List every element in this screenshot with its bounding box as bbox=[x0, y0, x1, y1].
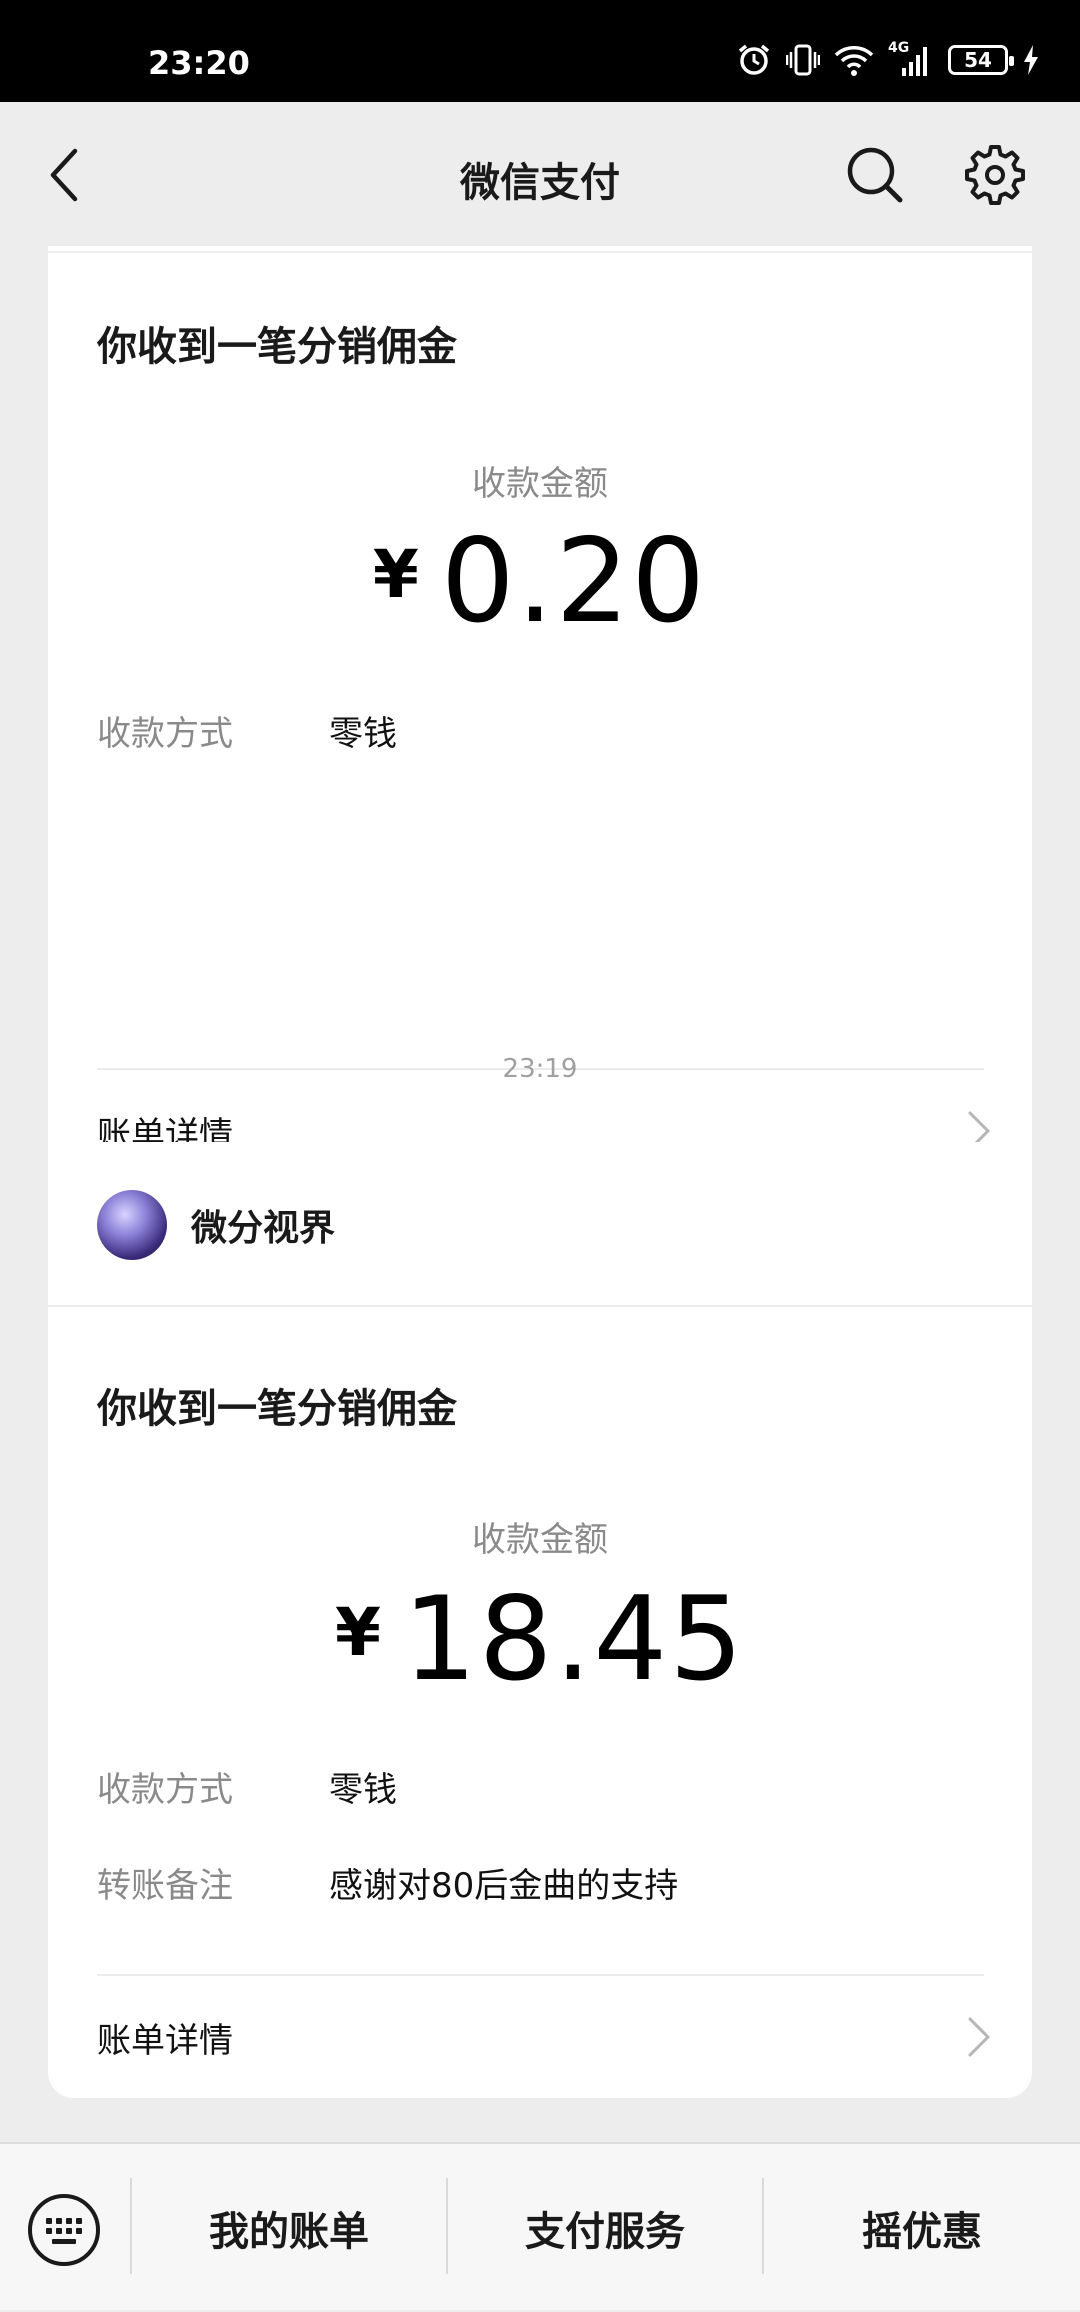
payment-method-label: 收款方式 bbox=[97, 714, 233, 754]
search-icon bbox=[847, 147, 903, 203]
keyboard-icon bbox=[28, 2194, 100, 2266]
payment-method-label: 收款方式 bbox=[97, 1770, 233, 1810]
message-list[interactable]: 你收到一笔分销佣金 收款金额 ¥ 0.20 收款方式 零钱 账单详情 23:19… bbox=[0, 246, 1080, 2142]
message-timestamp: 23:19 bbox=[502, 1054, 578, 1084]
gear-icon bbox=[965, 145, 1025, 205]
status-icons: 4G 54 bbox=[736, 38, 1040, 82]
page-title: 微信支付 bbox=[460, 160, 620, 206]
bottom-menu-bar: 我的账单 支付服务 摇优惠 bbox=[0, 2142, 1080, 2310]
amount-label: 收款金额 bbox=[472, 1520, 608, 1560]
amount: ¥ 0.20 bbox=[48, 524, 1032, 640]
status-time: 23:20 bbox=[148, 44, 250, 82]
alarm-icon bbox=[738, 44, 770, 75]
card-divider bbox=[48, 251, 1032, 253]
amount-value: 18.45 bbox=[402, 1572, 746, 1707]
card-title: 你收到一笔分销佣金 bbox=[97, 324, 457, 370]
payment-method-row: 收款方式 零钱 bbox=[97, 1762, 397, 1811]
battery-indicator: 54 bbox=[948, 45, 1014, 75]
transfer-note-row: 转账备注 感谢对80后金曲的支持 bbox=[97, 1858, 678, 1907]
merchant-name: 微分视界 bbox=[191, 1208, 336, 1249]
battery-level: 54 bbox=[964, 48, 992, 72]
payment-method-value: 零钱 bbox=[329, 1770, 397, 1810]
payment-method-value: 零钱 bbox=[329, 714, 397, 754]
keyboard-toggle-button[interactable] bbox=[26, 2192, 102, 2268]
signal-icon: 4G bbox=[888, 40, 934, 78]
bill-detail-link[interactable]: 账单详情 bbox=[97, 1976, 992, 2098]
transfer-note-value: 感谢对80后金曲的支持 bbox=[329, 1866, 679, 1906]
currency-symbol: ¥ bbox=[372, 536, 419, 613]
menu-my-bills[interactable]: 我的账单 bbox=[132, 2144, 446, 2312]
nav-bar: 微信支付 bbox=[0, 102, 1080, 246]
wifi-icon bbox=[834, 46, 874, 76]
charging-icon bbox=[1024, 45, 1038, 75]
search-button[interactable] bbox=[840, 140, 910, 210]
transfer-note-label: 转账备注 bbox=[97, 1866, 233, 1906]
status-bar: 23:20 4G 54 bbox=[0, 0, 1080, 102]
currency-symbol: ¥ bbox=[334, 1594, 381, 1671]
bill-detail-label: 账单详情 bbox=[97, 2020, 233, 2061]
menu-shake-deals[interactable]: 摇优惠 bbox=[764, 2144, 1080, 2312]
chevron-right-icon bbox=[968, 2017, 990, 2057]
payment-card-2: 微分视界 你收到一笔分销佣金 收款金额 ¥ 18.45 收款方式 零钱 转账备注… bbox=[48, 1142, 1032, 2098]
merchant-header[interactable]: 微分视界 bbox=[97, 1190, 335, 1260]
payment-method-row: 收款方式 零钱 bbox=[97, 706, 397, 755]
menu-pay-services[interactable]: 支付服务 bbox=[448, 2144, 762, 2312]
settings-button[interactable] bbox=[960, 140, 1030, 210]
vibrate-icon bbox=[786, 44, 820, 76]
amount-label: 收款金额 bbox=[472, 464, 608, 504]
amount: ¥ 18.45 bbox=[48, 1582, 1032, 1698]
amount-value: 0.20 bbox=[440, 514, 708, 649]
card-title: 你收到一笔分销佣金 bbox=[97, 1386, 457, 1432]
avatar bbox=[97, 1190, 167, 1260]
payment-card-1: 你收到一笔分销佣金 收款金额 ¥ 0.20 收款方式 零钱 账单详情 bbox=[48, 246, 1032, 1192]
card-divider bbox=[48, 1305, 1032, 1307]
